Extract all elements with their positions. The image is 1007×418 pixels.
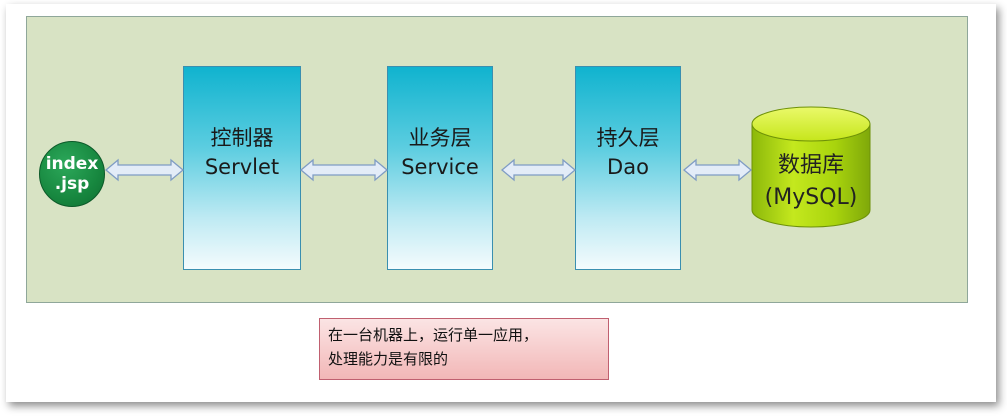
- arrow-jsp-controller: [104, 158, 185, 182]
- note-box: 在一台机器上，运行单一应用， 处理能力是有限的: [319, 318, 609, 380]
- arrow-service-dao: [500, 158, 577, 182]
- arrow-controller-service: [299, 158, 389, 182]
- note-line2: 处理能力是有限的: [328, 350, 449, 368]
- database-title: 数据库: [777, 153, 844, 178]
- database-subtitle: (MySQL): [764, 185, 858, 210]
- database-label: 数据库 (MySQL): [752, 150, 870, 214]
- arrow-dao-database: [682, 158, 753, 182]
- note-line1: 在一台机器上，运行单一应用，: [328, 326, 539, 344]
